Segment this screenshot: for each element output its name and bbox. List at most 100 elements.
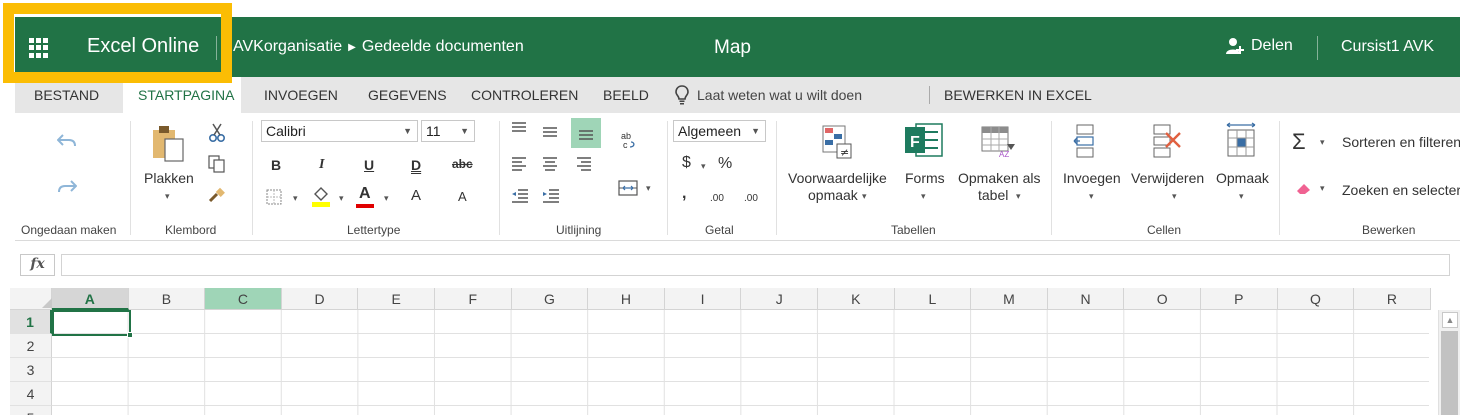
- forms-dropdown-icon[interactable]: ▾: [921, 191, 926, 202]
- share-button[interactable]: Delen: [1225, 37, 1293, 55]
- row-header[interactable]: 5: [10, 406, 52, 415]
- column-header[interactable]: B: [128, 288, 206, 310]
- formula-input[interactable]: [61, 254, 1450, 276]
- forms-label[interactable]: Forms: [905, 170, 945, 186]
- increase-decimal-button[interactable]: .00: [710, 193, 724, 204]
- column-header[interactable]: I: [664, 288, 742, 310]
- fill-handle[interactable]: [127, 332, 133, 338]
- format-cells-label[interactable]: Opmaak: [1216, 170, 1269, 186]
- delete-cells-label[interactable]: Verwijderen: [1131, 170, 1204, 186]
- column-header[interactable]: A: [52, 288, 129, 310]
- percent-button[interactable]: %: [718, 155, 732, 173]
- tab-controleren[interactable]: CONTROLEREN: [471, 87, 578, 103]
- align-center-icon[interactable]: [542, 157, 558, 171]
- cell-area[interactable]: [52, 310, 1429, 415]
- currency-button[interactable]: $: [682, 154, 691, 172]
- align-top-icon[interactable]: [511, 122, 527, 134]
- column-header[interactable]: N: [1047, 288, 1125, 310]
- column-header[interactable]: E: [358, 288, 435, 310]
- column-header[interactable]: F: [435, 288, 512, 310]
- font-color-dropdown-icon[interactable]: ▾: [384, 193, 389, 204]
- borders-dropdown-icon[interactable]: ▾: [293, 193, 298, 204]
- format-table-dropdown-icon[interactable]: ▾: [1016, 191, 1021, 202]
- font-name-select[interactable]: Calibri ▼: [261, 120, 418, 142]
- format-cells-icon[interactable]: [1224, 122, 1258, 158]
- merge-center-icon[interactable]: [618, 180, 638, 196]
- clear-dropdown-icon[interactable]: ▾: [1320, 183, 1325, 194]
- font-size-select[interactable]: 11 ▼: [421, 120, 475, 142]
- copy-icon[interactable]: [208, 155, 226, 173]
- fill-color-icon[interactable]: [311, 185, 331, 207]
- wrap-text-icon[interactable]: ab c: [620, 131, 636, 151]
- fill-color-dropdown-icon[interactable]: ▾: [339, 193, 344, 204]
- tab-startpagina[interactable]: STARTPAGINA: [138, 87, 234, 103]
- find-select-button[interactable]: Zoeken en selecteren: [1342, 182, 1460, 198]
- tab-bestand[interactable]: BESTAND: [34, 87, 99, 103]
- format-as-table-label-2[interactable]: tabel: [978, 187, 1008, 203]
- align-left-icon[interactable]: [511, 157, 527, 171]
- delete-cells-icon[interactable]: [1152, 124, 1184, 158]
- merge-dropdown-icon[interactable]: ▾: [646, 183, 651, 194]
- font-color-button[interactable]: A: [359, 185, 371, 203]
- function-button[interactable]: fx: [20, 254, 55, 276]
- column-header[interactable]: C: [205, 288, 282, 310]
- bold-button[interactable]: B: [271, 157, 281, 173]
- row-header[interactable]: 1: [10, 310, 52, 334]
- paste-dropdown-icon[interactable]: ▾: [165, 191, 170, 202]
- scroll-thumb[interactable]: [1441, 331, 1458, 415]
- conditional-formatting-icon[interactable]: ≠: [821, 124, 853, 160]
- increase-indent-icon[interactable]: [542, 189, 560, 203]
- format-painter-icon[interactable]: [208, 187, 226, 203]
- format-as-table-label-1[interactable]: Opmaken als: [958, 170, 1040, 186]
- tab-gegevens[interactable]: GEGEVENS: [368, 87, 447, 103]
- vertical-scrollbar[interactable]: ▲: [1438, 310, 1460, 415]
- align-middle-icon[interactable]: [542, 126, 558, 138]
- format-as-table-icon[interactable]: AZ: [981, 126, 1017, 158]
- column-header[interactable]: O: [1124, 288, 1201, 310]
- currency-dropdown-icon[interactable]: ▾: [701, 161, 706, 172]
- conditional-dropdown-icon[interactable]: ▾: [862, 191, 867, 202]
- column-header[interactable]: Q: [1277, 288, 1355, 310]
- insert-cells-icon[interactable]: [1073, 124, 1097, 158]
- autosum-icon[interactable]: Σ: [1292, 129, 1306, 155]
- user-menu[interactable]: Cursist1 AVK: [1341, 38, 1434, 56]
- tab-beeld[interactable]: BEELD: [603, 87, 649, 103]
- undo-icon[interactable]: [57, 133, 77, 149]
- column-header[interactable]: K: [818, 288, 895, 310]
- insert-dropdown-icon[interactable]: ▾: [1089, 191, 1094, 202]
- column-header[interactable]: J: [741, 288, 818, 310]
- grow-font-button[interactable]: A: [411, 187, 421, 204]
- document-title[interactable]: Map: [714, 37, 751, 59]
- paste-label[interactable]: Plakken: [144, 170, 194, 186]
- delete-dropdown-icon[interactable]: ▾: [1172, 191, 1177, 202]
- edit-in-excel-button[interactable]: BEWERKEN IN EXCEL: [944, 87, 1092, 103]
- redo-icon[interactable]: [57, 179, 77, 195]
- column-header[interactable]: L: [894, 288, 972, 310]
- tab-invoegen[interactable]: INVOEGEN: [264, 87, 338, 103]
- align-right-icon[interactable]: [576, 157, 592, 171]
- insert-cells-label[interactable]: Invoegen: [1063, 170, 1121, 186]
- shrink-font-button[interactable]: A: [458, 189, 467, 204]
- sort-filter-button[interactable]: Sorteren en filteren: [1342, 134, 1460, 150]
- tell-me-box[interactable]: Laat weten wat u wilt doen: [675, 85, 862, 105]
- comma-style-button[interactable]: ,: [682, 185, 686, 203]
- select-all-corner[interactable]: [10, 288, 58, 310]
- strikethrough-button[interactable]: abc: [452, 157, 473, 171]
- decrease-decimal-button[interactable]: .00: [744, 193, 758, 204]
- row-header[interactable]: 2: [10, 334, 52, 358]
- column-header[interactable]: G: [511, 288, 589, 310]
- align-bottom-button[interactable]: [571, 118, 601, 148]
- eraser-icon[interactable]: [1295, 181, 1313, 195]
- column-header[interactable]: R: [1354, 288, 1431, 310]
- app-launcher-icon[interactable]: [29, 38, 49, 58]
- breadcrumb-folder[interactable]: Gedeelde documenten: [362, 38, 524, 56]
- column-header[interactable]: P: [1201, 288, 1278, 310]
- conditional-formatting-label-1[interactable]: Voorwaardelijke: [788, 170, 887, 186]
- cut-icon[interactable]: [208, 123, 226, 143]
- column-header[interactable]: D: [281, 288, 359, 310]
- scroll-up-icon[interactable]: ▲: [1442, 312, 1458, 328]
- format-dropdown-icon[interactable]: ▾: [1239, 191, 1244, 202]
- number-format-select[interactable]: Algemeen ▼: [673, 120, 766, 142]
- breadcrumb-org[interactable]: AVKorganisatie: [233, 38, 342, 56]
- underline-button[interactable]: U: [364, 157, 374, 173]
